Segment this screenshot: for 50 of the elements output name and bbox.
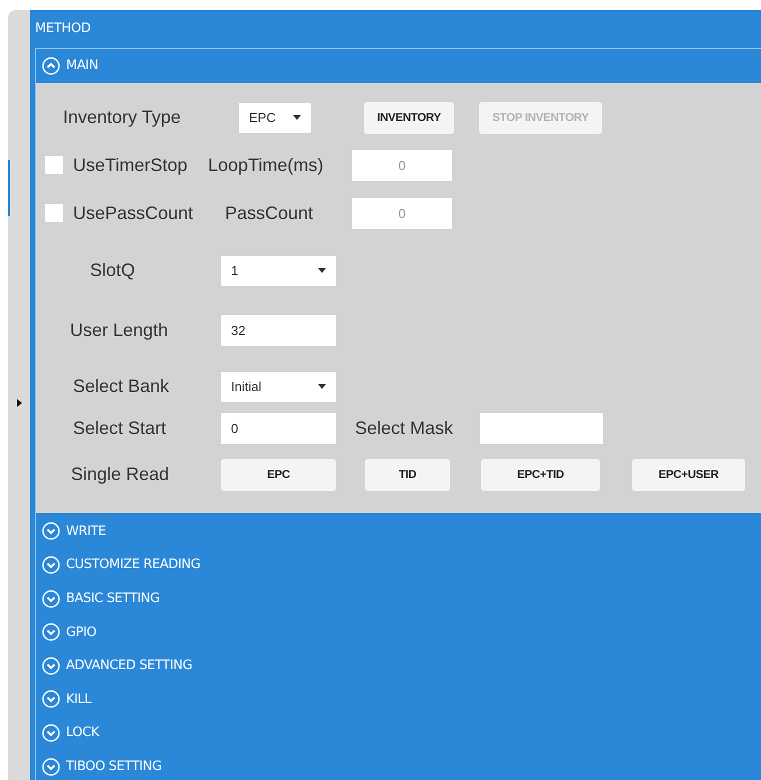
caret-icon bbox=[293, 115, 301, 120]
chevron-down-icon bbox=[42, 556, 60, 574]
field-label: Select Bank bbox=[73, 376, 170, 398]
input-field[interactable]: 0 bbox=[352, 150, 452, 181]
input-field[interactable]: 0 bbox=[352, 198, 452, 229]
field-label: LoopTime(ms) bbox=[208, 154, 324, 176]
chevron-up-icon bbox=[42, 56, 60, 75]
caret-icon bbox=[318, 268, 326, 274]
read-button[interactable]: EPC+USER bbox=[632, 458, 745, 491]
dropdown[interactable]: Initial bbox=[221, 372, 336, 402]
input-field[interactable]: 32 bbox=[221, 314, 336, 346]
read-button[interactable]: EPC+TID bbox=[481, 458, 600, 491]
section-header[interactable]: CUSTOMIZE READING bbox=[36, 548, 761, 582]
section-header[interactable]: TIBOO SETTING bbox=[36, 750, 761, 780]
inventory-button[interactable]: INVENTORY bbox=[364, 102, 454, 134]
field-label: User Length bbox=[70, 320, 170, 341]
chevron-down-icon bbox=[42, 690, 60, 708]
dropdown[interactable]: 1 bbox=[221, 256, 336, 286]
read-button[interactable]: EPC bbox=[221, 458, 336, 491]
section-header[interactable]: MAIN bbox=[36, 49, 761, 83]
chevron-down-icon bbox=[42, 758, 60, 776]
section-header[interactable]: LOCK bbox=[36, 716, 761, 750]
section-header[interactable]: GPIO bbox=[36, 615, 761, 649]
panel-title: METHOD bbox=[34, 20, 92, 38]
field-label: Single Read bbox=[71, 464, 170, 486]
field-label: SlotQ bbox=[90, 260, 136, 282]
section-header[interactable]: WRITE bbox=[36, 514, 761, 548]
section-header[interactable]: KILL bbox=[36, 682, 761, 716]
active-marker bbox=[8, 160, 10, 216]
chevron-down-icon bbox=[42, 522, 60, 540]
checkbox-label: UsePassCount bbox=[73, 202, 194, 224]
field-label: Select Mask bbox=[355, 418, 454, 439]
chevron-down-icon bbox=[42, 656, 60, 675]
field-label: PassCount bbox=[225, 202, 314, 224]
chevron-down-icon bbox=[42, 590, 60, 608]
dropdown[interactable]: EPC bbox=[239, 102, 311, 133]
chevron-down-icon bbox=[42, 724, 60, 742]
caret-icon bbox=[318, 384, 326, 390]
chevron-down-icon bbox=[42, 623, 60, 642]
checkbox-label: UseTimerStop bbox=[73, 154, 188, 176]
section-header[interactable]: BASIC SETTING bbox=[36, 582, 761, 616]
field-label: Select Start bbox=[73, 418, 168, 439]
expand-arrow-icon[interactable] bbox=[17, 399, 22, 407]
read-button[interactable]: TID bbox=[365, 458, 450, 491]
checkbox[interactable] bbox=[45, 204, 63, 222]
checkbox[interactable] bbox=[45, 156, 63, 174]
field-label: Inventory Type bbox=[63, 107, 182, 128]
input-field[interactable]: 0 bbox=[221, 412, 336, 444]
input-field[interactable] bbox=[480, 412, 603, 444]
section-header[interactable]: ADVANCED SETTING bbox=[36, 648, 761, 683]
